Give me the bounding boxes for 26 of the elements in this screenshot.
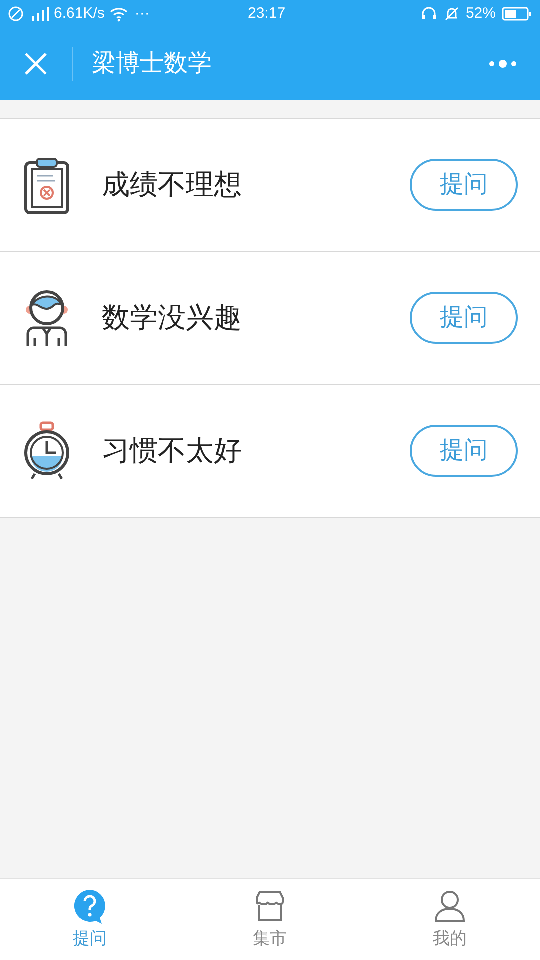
person-icon [23, 288, 71, 348]
battery-icon [502, 6, 532, 22]
ask-button[interactable]: 提问 [410, 159, 518, 211]
question-bubble-icon [72, 888, 108, 924]
battery-percent: 52% [466, 4, 496, 24]
ask-button[interactable]: 提问 [410, 425, 518, 477]
close-icon [24, 52, 48, 76]
stopwatch-icon [23, 421, 71, 481]
no-sim-icon [8, 6, 24, 22]
tab[interactable]: 提问 [0, 879, 180, 960]
topic-label: 习惯不太好 [102, 434, 242, 468]
bell-muted-icon [444, 6, 460, 22]
topic-label: 成绩不理想 [102, 168, 242, 202]
more-notifications: ··· [134, 4, 150, 24]
wifi-icon [108, 6, 129, 22]
network-speed: 6.61K/s [54, 4, 105, 24]
tab[interactable]: 集市 [180, 879, 360, 960]
headset-icon [420, 6, 438, 22]
tab[interactable]: 我的 [360, 879, 540, 960]
ask-button[interactable]: 提问 [410, 292, 518, 344]
topic-label: 数学没兴趣 [102, 301, 242, 335]
clock-time: 23:17 [248, 4, 286, 24]
clipboard-icon [23, 155, 71, 215]
page-title: 梁博士数学 [92, 49, 212, 79]
signal-icon [30, 6, 50, 22]
more-icon [488, 59, 518, 69]
